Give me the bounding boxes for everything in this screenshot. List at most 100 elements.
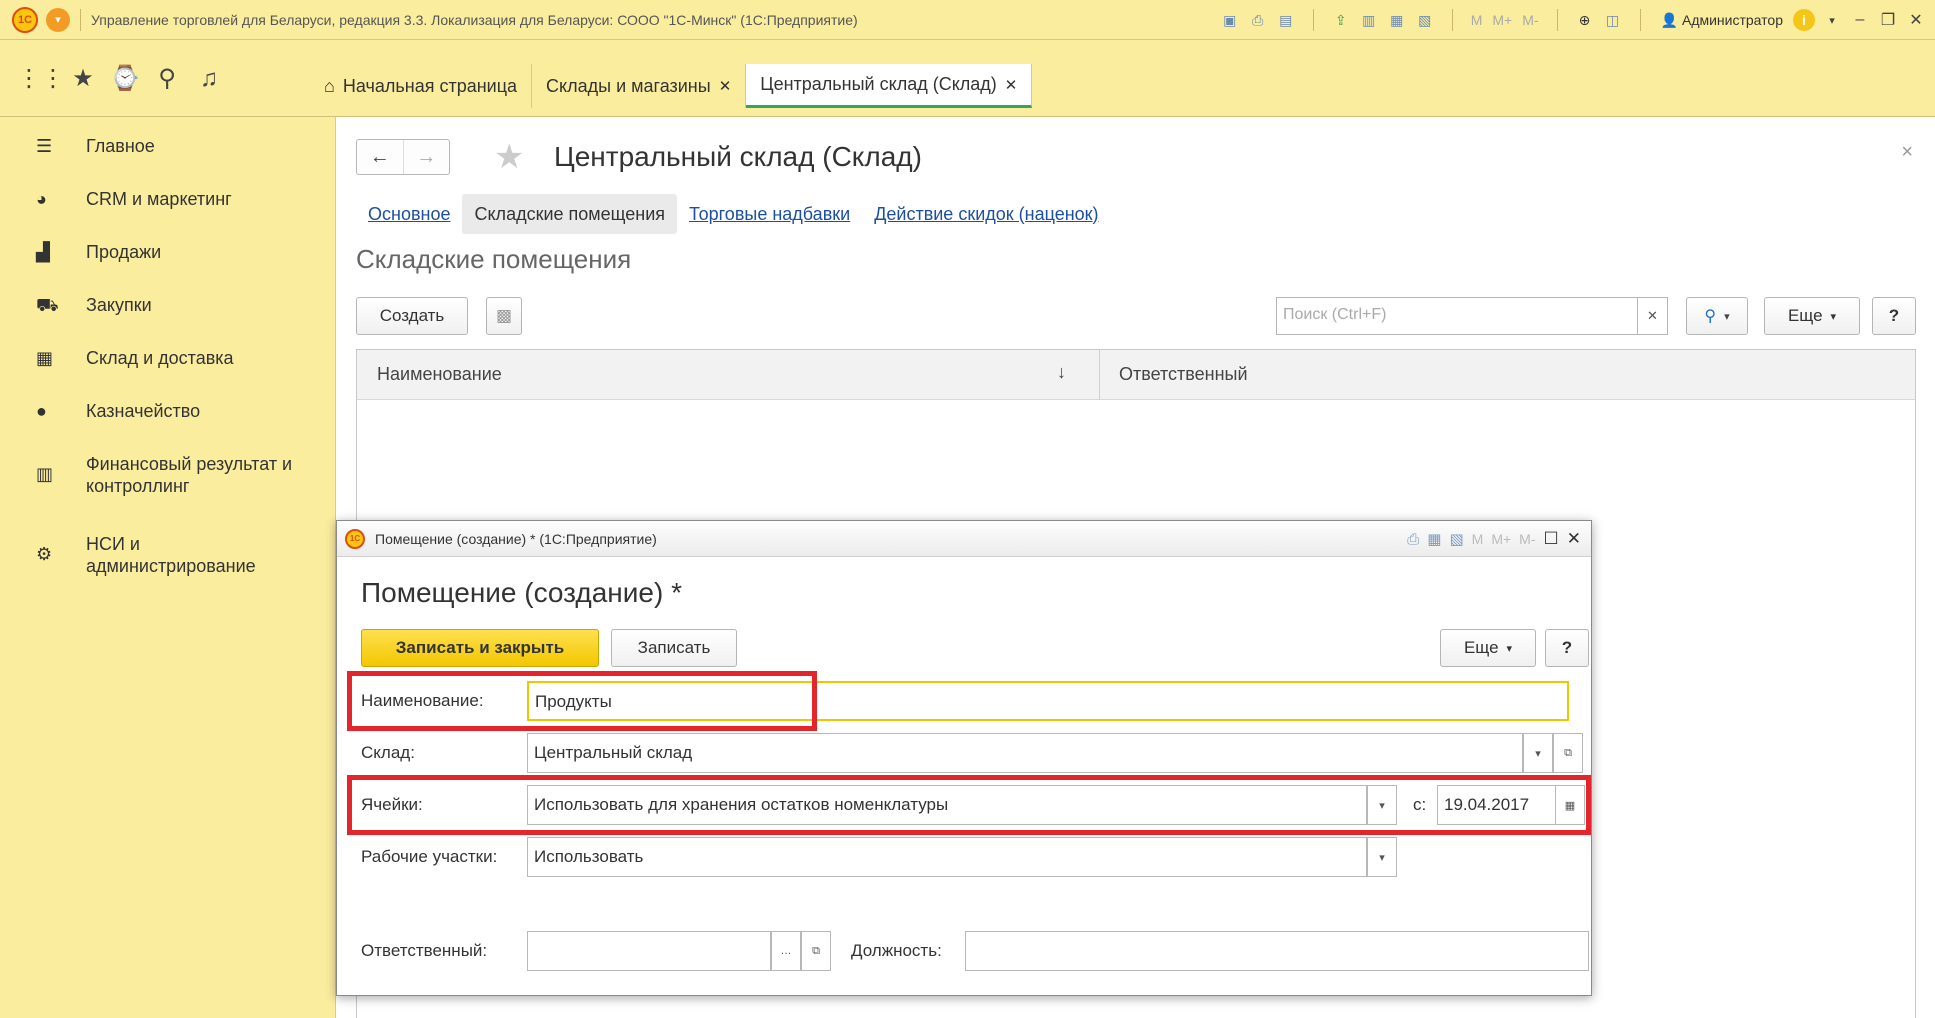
- app-window: 1С ▾ Управление торговлей для Беларуси, …: [0, 0, 1935, 1018]
- workareas-dropdown-icon[interactable]: ▾: [1367, 837, 1397, 877]
- tab-central-warehouse[interactable]: Центральный склад (Склад) ✕: [746, 64, 1033, 108]
- link-markups[interactable]: Торговые надбавки: [677, 204, 862, 225]
- pie-chart-icon: ◕: [36, 189, 47, 209]
- calculator-icon[interactable]: ▦: [1386, 9, 1408, 31]
- column-header-name[interactable]: Наименование: [377, 364, 502, 385]
- apps-grid-icon[interactable]: ⋮⋮: [17, 59, 65, 99]
- calendar-icon[interactable]: ▧: [1414, 9, 1436, 31]
- sidebar-item-sales[interactable]: ▟ Продажи: [0, 223, 335, 276]
- memory-mminus-button[interactable]: M-: [1520, 9, 1540, 31]
- dialog-help-button[interactable]: ?: [1545, 629, 1589, 667]
- favorite-star-icon[interactable]: ★: [494, 137, 524, 177]
- memory-m-button[interactable]: M: [1469, 9, 1485, 31]
- favorites-star-icon[interactable]: ★: [62, 59, 104, 99]
- sort-down-icon: ↓: [1057, 362, 1066, 382]
- position-field[interactable]: [965, 931, 1589, 971]
- open-tabs: ⌂ Начальная страница Склады и магазины ✕ Ц…: [310, 64, 1033, 108]
- dialog-window-title: Помещение (создание) * (1С:Предприятие): [375, 530, 657, 547]
- open-responsible-icon[interactable]: ⧉: [801, 931, 831, 971]
- help-button[interactable]: ?: [1872, 297, 1916, 335]
- dialog-title-bar: 1С Помещение (создание) * (1С:Предприяти…: [337, 521, 1591, 557]
- dialog-more-button[interactable]: Еще ▾: [1440, 629, 1536, 667]
- tab-home[interactable]: ⌂ Начальная страница: [310, 64, 533, 108]
- panel-layout-icon[interactable]: ◫: [1602, 9, 1624, 31]
- sidebar-item-purchases[interactable]: ⛟ Закупки: [0, 276, 335, 329]
- attach-icon[interactable]: ⇪: [1330, 9, 1352, 31]
- calculator-icon[interactable]: ▦: [1427, 530, 1441, 548]
- close-form-icon[interactable]: ×: [1901, 141, 1913, 164]
- form-sections: Основное Складские помещения Торговые на…: [356, 194, 1111, 234]
- close-tab-icon[interactable]: ✕: [1005, 76, 1018, 94]
- user-name: Администратор: [1681, 12, 1783, 28]
- sidebar: ☰ Главное ◕ CRM и маркетинг ▟ Продажи ⛟ Заку…: [0, 117, 336, 1018]
- close-tab-icon[interactable]: ✕: [719, 77, 732, 95]
- scan-icon[interactable]: ▥: [1358, 9, 1380, 31]
- sidebar-item-admin[interactable]: ⚙ НСИ и администрирование: [0, 515, 335, 595]
- info-dropdown-icon[interactable]: ▾: [1821, 14, 1843, 27]
- sidebar-item-crm[interactable]: ◕ CRM и маркетинг: [0, 170, 335, 223]
- sidebar-item-main[interactable]: ☰ Главное: [0, 117, 335, 170]
- print-icon[interactable]: ⎙: [1247, 9, 1269, 31]
- notifications-bell-icon[interactable]: ♫: [188, 59, 230, 99]
- close-dialog-icon[interactable]: ✕: [1567, 529, 1581, 549]
- link-main[interactable]: Основное: [356, 204, 462, 225]
- memory-mplus-button[interactable]: M+: [1491, 531, 1511, 547]
- calendar-icon[interactable]: ▧: [1449, 530, 1463, 548]
- zoom-icon[interactable]: ⊕: [1574, 9, 1596, 31]
- preview-icon[interactable]: ▤: [1275, 9, 1297, 31]
- maximize-icon[interactable]: ☐: [1544, 529, 1559, 549]
- save-and-close-button[interactable]: Записать и закрыть: [361, 629, 599, 667]
- back-arrow-icon[interactable]: ←: [357, 140, 403, 174]
- bar-chart-icon: ▥: [36, 464, 54, 484]
- column-header-responsible[interactable]: Ответственный: [1119, 364, 1248, 385]
- sidebar-item-warehouse[interactable]: ▦ Склад и доставка: [0, 329, 335, 382]
- cart-icon: ⛟: [36, 295, 59, 315]
- position-label: Должность:: [851, 941, 942, 960]
- responsible-field[interactable]: [527, 931, 771, 971]
- open-warehouse-icon[interactable]: ⧉: [1553, 733, 1583, 773]
- dropdown-icon: ▾: [1724, 310, 1730, 323]
- highlight-name-box: [347, 671, 817, 731]
- toolbar-icons: ⋮⋮ ★ ⌚ ⚲ ♫: [0, 40, 336, 117]
- copy-icon[interactable]: ▩: [486, 297, 522, 335]
- restore-icon[interactable]: ❐: [1877, 10, 1899, 30]
- warehouse-icon: ▦: [36, 348, 54, 368]
- workareas-label: Рабочие участки:: [361, 847, 498, 866]
- search-input[interactable]: Поиск (Ctrl+F): [1276, 297, 1638, 335]
- forward-arrow-icon[interactable]: →: [402, 140, 450, 174]
- sidebar-label-line: Финансовый результат и: [86, 454, 293, 474]
- search-icon[interactable]: ⚲: [146, 59, 188, 99]
- main-menu-icon[interactable]: ▾: [46, 7, 70, 32]
- sidebar-label-line: НСИ и: [86, 534, 140, 554]
- search-button[interactable]: ⚲ ▾: [1686, 297, 1748, 335]
- responsible-label: Ответственный:: [361, 941, 488, 960]
- clear-search-icon[interactable]: ✕: [1638, 297, 1668, 335]
- title-bar: 1С ▾ Управление торговлей для Беларуси, …: [0, 0, 1935, 40]
- close-icon[interactable]: ✕: [1905, 10, 1927, 30]
- memory-mplus-button[interactable]: M+: [1490, 9, 1514, 31]
- info-icon[interactable]: i: [1793, 9, 1815, 31]
- memory-mminus-button[interactable]: M-: [1519, 531, 1535, 547]
- save-icon[interactable]: ▣: [1219, 9, 1241, 31]
- window-title: Управление торговлей для Беларуси, редак…: [91, 11, 858, 28]
- dropdown-icon: ▾: [1830, 310, 1837, 323]
- sidebar-item-treasury[interactable]: ● Казначейство: [0, 382, 335, 435]
- tab-warehouses[interactable]: Склады и магазины ✕: [532, 64, 747, 108]
- save-button[interactable]: Записать: [611, 629, 737, 667]
- link-discounts[interactable]: Действие скидок (наценок): [862, 204, 1110, 225]
- workareas-field[interactable]: Использовать: [527, 837, 1367, 877]
- sidebar-item-finance[interactable]: ▥ Финансовый результат и контроллинг: [0, 435, 335, 515]
- warehouse-dropdown-icon[interactable]: ▾: [1523, 733, 1553, 773]
- responsible-select-icon[interactable]: …: [771, 931, 801, 971]
- memory-m-button[interactable]: M: [1472, 531, 1484, 547]
- minimize-icon[interactable]: –: [1849, 11, 1871, 29]
- warehouse-field[interactable]: Центральный склад: [527, 733, 1523, 773]
- user-menu[interactable]: 👤 Администратор: [1657, 12, 1787, 29]
- create-button[interactable]: Создать: [356, 297, 468, 335]
- history-icon[interactable]: ⌚: [104, 59, 146, 99]
- room-create-dialog: 1С Помещение (создание) * (1С:Предприяти…: [336, 520, 1592, 996]
- link-storage-rooms[interactable]: Складские помещения: [462, 194, 678, 234]
- more-button[interactable]: Еще ▾: [1764, 297, 1860, 335]
- print-icon[interactable]: ⎙: [1407, 531, 1419, 548]
- coin-icon: ●: [36, 401, 47, 421]
